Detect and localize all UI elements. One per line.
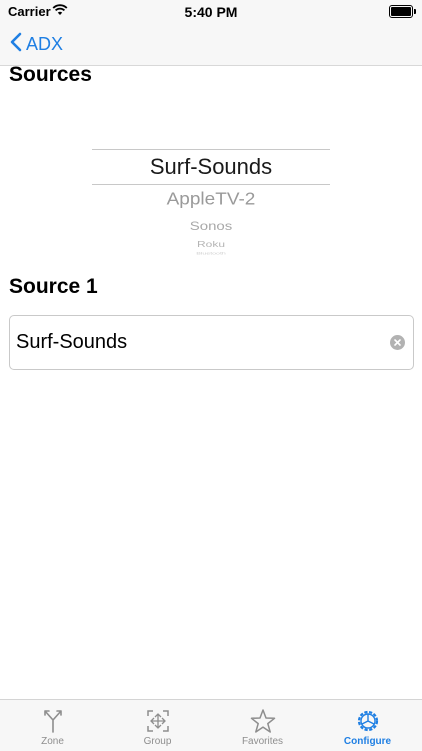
- battery-icon: [389, 5, 416, 18]
- picker-item[interactable]: Sonos: [92, 220, 330, 234]
- picker-item-selected[interactable]: Surf-Sounds: [92, 154, 330, 180]
- picker-selection-top-line: [92, 149, 330, 150]
- tab-configure[interactable]: Configure: [315, 700, 420, 751]
- chevron-left-icon: [10, 32, 22, 57]
- back-button-label: ADX: [26, 34, 64, 54]
- group-icon: [146, 710, 169, 732]
- back-button[interactable]: ADX: [10, 32, 63, 57]
- sources-heading: Sources: [9, 63, 92, 86]
- tab-favorites[interactable]: Favorites: [210, 700, 315, 751]
- clear-text-icon[interactable]: [390, 335, 405, 350]
- picker-item[interactable]: Bluetooth: [92, 252, 330, 256]
- tab-configure-label: Configure: [343, 736, 392, 747]
- picker-item[interactable]: Roku: [92, 239, 330, 249]
- tab-group-label: Group: [143, 736, 172, 747]
- source-1-name-value[interactable]: Surf-Sounds: [16, 331, 127, 354]
- tab-favorites-label: Favorites: [241, 736, 284, 747]
- star-icon: [250, 709, 275, 733]
- zone-icon: [43, 710, 62, 733]
- sources-picker[interactable]: Surf-Sounds AppleTV-2 Sonos Roku Bluetoo…: [92, 140, 330, 260]
- configure-icon: [357, 710, 378, 732]
- tab-bar: Zone Group Favorites Configure: [0, 699, 422, 751]
- picker-selection-bottom-line: [92, 184, 330, 185]
- picker-item[interactable]: AppleTV-2: [92, 190, 330, 210]
- tab-zone[interactable]: Zone: [0, 700, 105, 751]
- source-1-name-field[interactable]: Surf-Sounds: [9, 315, 414, 370]
- tab-group[interactable]: Group: [105, 700, 210, 751]
- status-bar: Carrier 5:40 PM: [0, 0, 422, 24]
- status-time: 5:40 PM: [184, 4, 238, 20]
- source-1-heading: Source 1: [9, 275, 98, 298]
- navigation-bar: ADX: [0, 24, 422, 66]
- tab-zone-label: Zone: [41, 736, 64, 747]
